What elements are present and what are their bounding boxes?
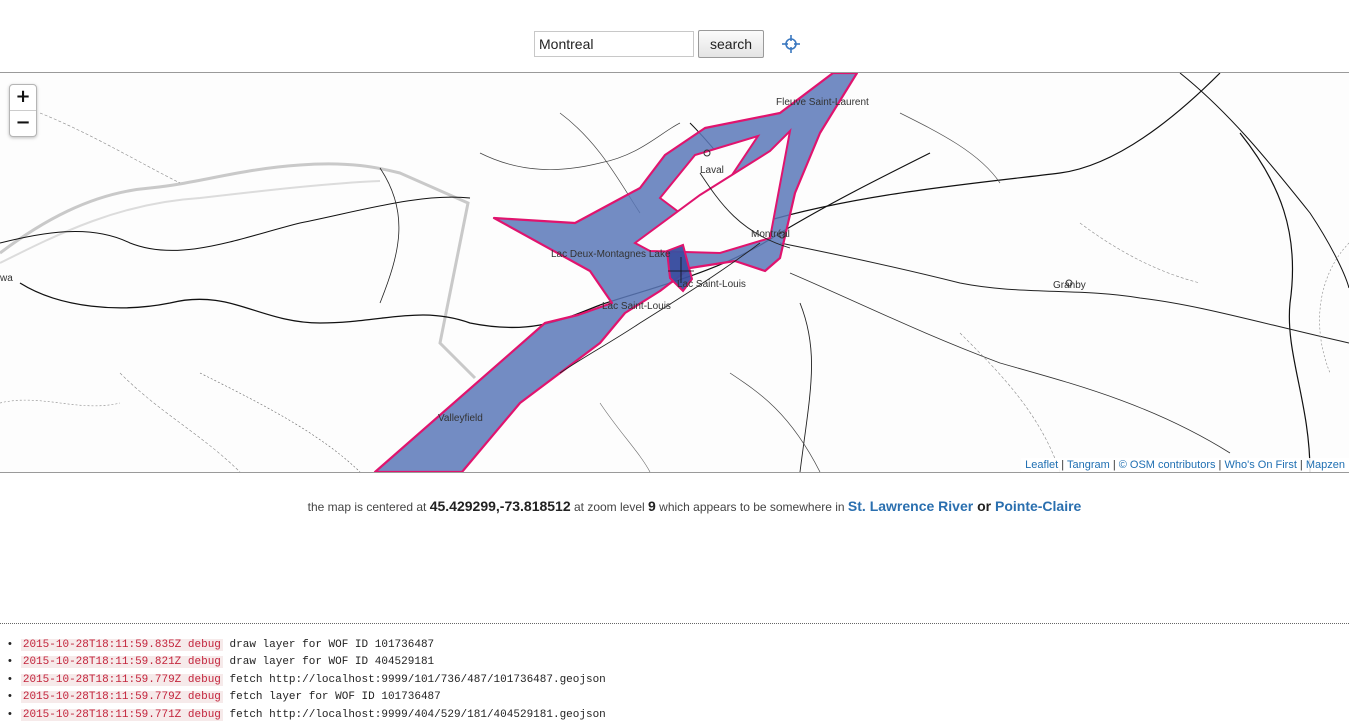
attribution-separator: | bbox=[1296, 459, 1306, 471]
attribution-wof-link[interactable]: Who's On First bbox=[1224, 459, 1296, 471]
debug-log: 2015-10-28T18:11:59.835Z debug draw laye… bbox=[8, 636, 606, 723]
map-label-fleuve: Fleuve Saint-Laurent bbox=[776, 97, 869, 108]
map-attribution: Leaflet | Tangram | © OSM contributors |… bbox=[1021, 458, 1349, 472]
search-bar: search bbox=[534, 30, 765, 58]
map-basemap bbox=[0, 73, 1349, 472]
crosshair-icon[interactable] bbox=[782, 35, 800, 53]
status-zoom: 9 bbox=[648, 498, 656, 514]
map-label-ottawa: wa bbox=[0, 273, 13, 284]
log-entry: 2015-10-28T18:11:59.779Z debug fetch lay… bbox=[8, 688, 606, 705]
attribution-leaflet-link[interactable]: Leaflet bbox=[1025, 459, 1058, 471]
zoom-control: + − bbox=[9, 84, 37, 137]
status-prefix: the map is centered at bbox=[307, 500, 430, 514]
place-link-st-lawrence[interactable]: St. Lawrence River bbox=[848, 498, 973, 514]
log-message: draw layer for WOF ID 101736487 bbox=[229, 639, 435, 651]
map-label-laval: Laval bbox=[700, 165, 724, 176]
log-timestamp: 2015-10-28T18:11:59.779Z debug bbox=[20, 673, 223, 686]
log-timestamp: 2015-10-28T18:11:59.779Z debug bbox=[20, 691, 223, 704]
map-label-lac-saint-louis-2: Lac Saint-Louis bbox=[602, 301, 671, 312]
log-message: draw layer for WOF ID 404529181 bbox=[229, 656, 435, 669]
map-label-lac-saint-louis: Lac Saint-Louis bbox=[677, 279, 746, 290]
log-timestamp: 2015-10-28T18:11:59.821Z debug bbox=[20, 656, 223, 669]
status-or: or bbox=[973, 498, 995, 514]
log-message: fetch http://localhost:9999/101/736/487/… bbox=[229, 673, 606, 686]
log-message: fetch http://localhost:9999/404/529/181/… bbox=[229, 708, 606, 721]
attribution-tangram-link[interactable]: Tangram bbox=[1067, 459, 1110, 471]
attribution-mapzen-link[interactable]: Mapzen bbox=[1306, 459, 1345, 471]
status-mid1: at zoom level bbox=[570, 500, 649, 514]
map-label-montreal: Montréal bbox=[751, 229, 790, 240]
search-button[interactable]: search bbox=[698, 30, 765, 58]
map-label-granby: Granby bbox=[1053, 280, 1086, 291]
log-message: fetch layer for WOF ID 101736487 bbox=[229, 691, 441, 704]
zoom-out-button[interactable]: − bbox=[10, 110, 36, 136]
log-timestamp: 2015-10-28T18:11:59.771Z debug bbox=[20, 708, 223, 721]
log-entry: 2015-10-28T18:11:59.835Z debug draw laye… bbox=[8, 636, 606, 653]
log-entry: 2015-10-28T18:11:59.779Z debug fetch htt… bbox=[8, 671, 606, 688]
attribution-osm-link[interactable]: © OSM contributors bbox=[1119, 459, 1216, 471]
log-timestamp: 2015-10-28T18:11:59.835Z debug bbox=[20, 639, 223, 651]
map-label-lac-deux-montagnes: Lac Deux-Montagnes Lake bbox=[551, 249, 671, 260]
attribution-separator: | bbox=[1109, 459, 1119, 471]
map[interactable]: Fleuve Saint-Laurent Laval Montréal Lac … bbox=[0, 72, 1349, 473]
zoom-in-button[interactable]: + bbox=[10, 85, 36, 110]
place-link-pointe-claire[interactable]: Pointe-Claire bbox=[995, 498, 1081, 514]
log-entry: 2015-10-28T18:11:59.821Z debug draw laye… bbox=[8, 653, 606, 670]
status-coords: 45.429299,-73.818512 bbox=[429, 498, 571, 514]
status-mid2: which appears to be somewhere in bbox=[655, 500, 848, 514]
log-divider bbox=[0, 623, 1349, 624]
map-label-valleyfield: Valleyfield bbox=[438, 413, 483, 424]
log-entry: 2015-10-28T18:11:59.771Z debug fetch htt… bbox=[8, 706, 606, 723]
search-input[interactable] bbox=[534, 31, 694, 57]
attribution-separator: | bbox=[1058, 459, 1067, 471]
map-status: the map is centered at 45.429299,-73.818… bbox=[0, 498, 1349, 514]
